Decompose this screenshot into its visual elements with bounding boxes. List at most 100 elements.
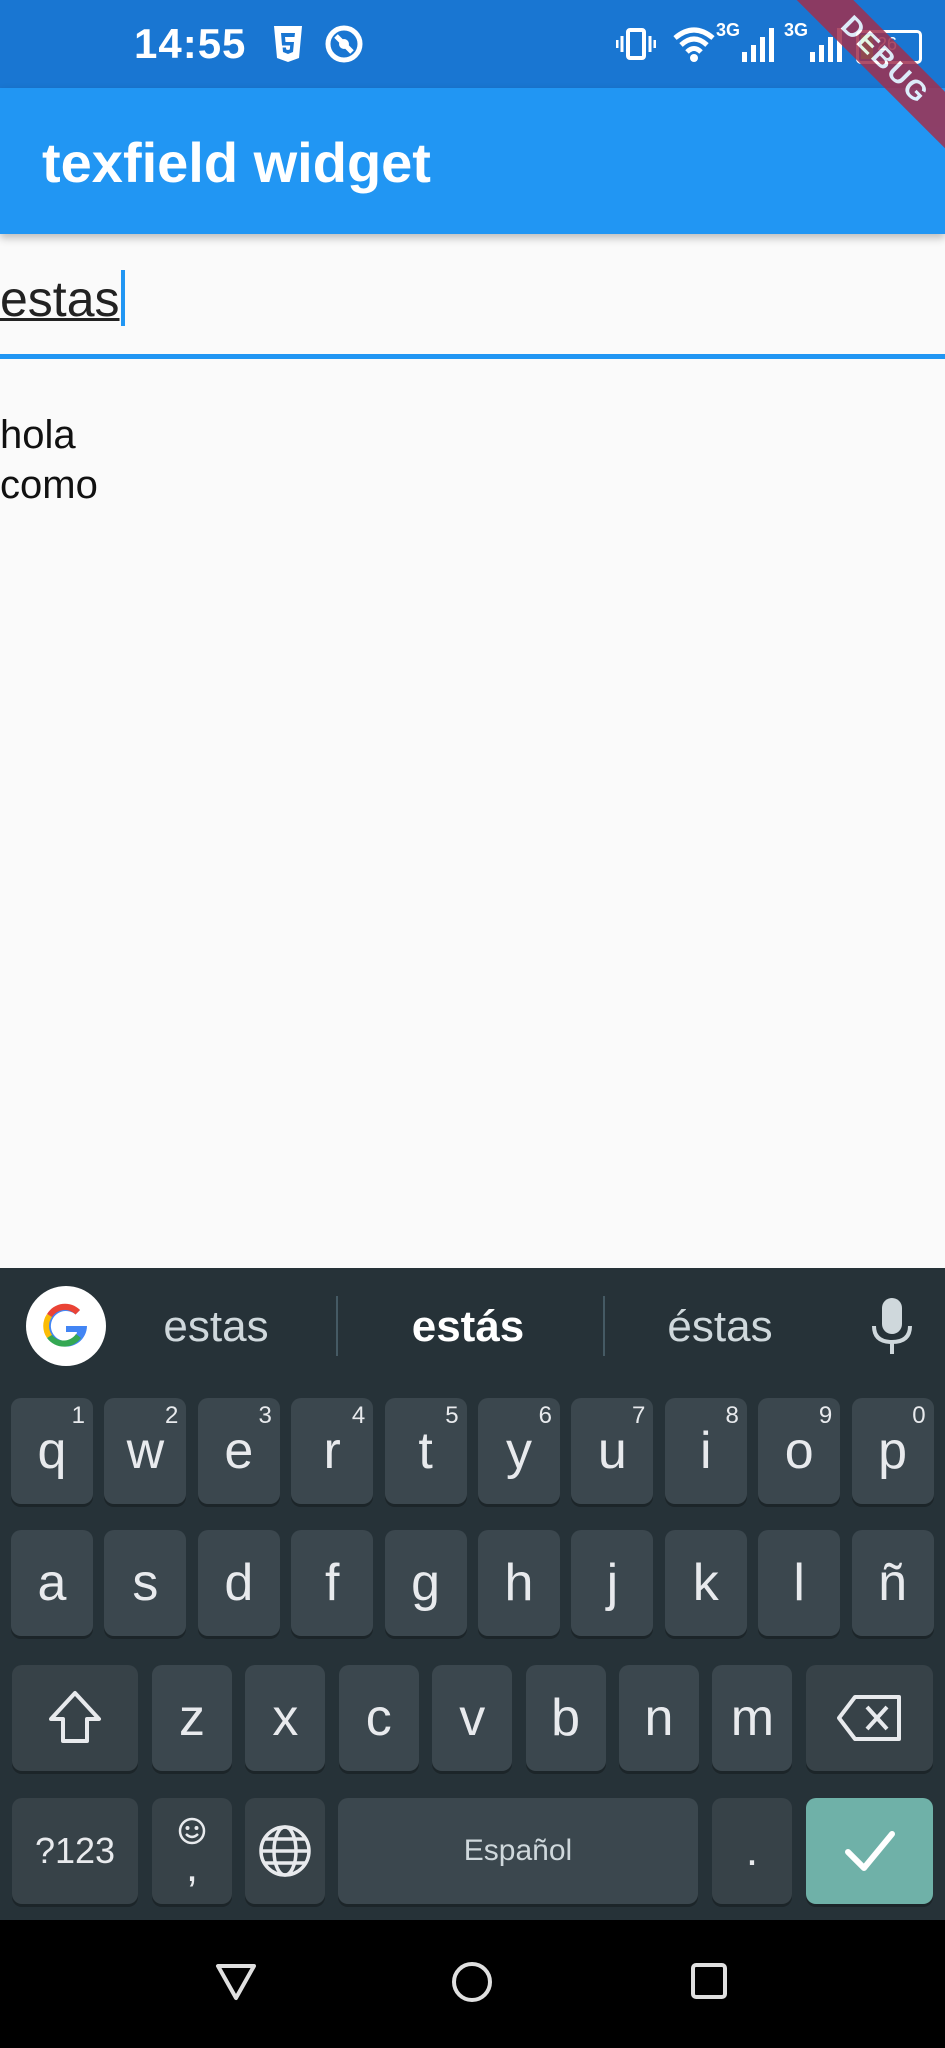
period-key[interactable]: . [712, 1798, 792, 1904]
suggestion-item[interactable]: estas [96, 1302, 336, 1352]
key-label: p [878, 1422, 908, 1480]
letter-key[interactable]: k [664, 1530, 747, 1636]
emoji-comma-key[interactable]: , [152, 1798, 232, 1904]
letter-key[interactable]: m [712, 1665, 793, 1771]
google-logo-icon[interactable] [26, 1286, 106, 1366]
letter-key[interactable]: ñ [851, 1530, 934, 1636]
wifi-icon [673, 27, 715, 62]
key-label: ñ [878, 1554, 908, 1612]
key-label: o [784, 1422, 814, 1480]
recents-icon[interactable] [690, 1962, 728, 2000]
key-label: l [793, 1554, 805, 1612]
output-line: como [0, 463, 98, 507]
letter-key[interactable]: x [245, 1665, 326, 1771]
comma-label: , [185, 1842, 199, 1891]
letter-key[interactable]: f [291, 1530, 374, 1636]
key-label: e [224, 1422, 254, 1480]
suggestion-item[interactable]: estás [348, 1302, 588, 1352]
text-input[interactable]: estas [0, 234, 945, 360]
letter-key[interactable]: p0 [851, 1398, 934, 1504]
key-label: v [459, 1689, 486, 1747]
key-label: h [504, 1554, 534, 1612]
letter-key[interactable]: g [384, 1530, 467, 1636]
key-label: d [224, 1554, 254, 1612]
output-text: hola como [0, 410, 98, 510]
signal-icon [742, 28, 774, 62]
vibrate-icon [616, 28, 656, 60]
letter-key[interactable]: q1 [11, 1398, 93, 1504]
key-label: g [411, 1554, 441, 1612]
backspace-key[interactable] [806, 1665, 933, 1771]
backspace-icon [836, 1695, 901, 1741]
letter-key[interactable]: u7 [571, 1398, 654, 1504]
letter-key[interactable]: b [525, 1665, 606, 1771]
letter-key[interactable]: a [11, 1530, 93, 1636]
back-icon[interactable] [214, 1962, 258, 2002]
symbols-key[interactable]: ?123 [12, 1798, 138, 1904]
letter-key[interactable]: i8 [664, 1398, 747, 1504]
key-hint: 0 [912, 1402, 926, 1429]
key-label: t [418, 1422, 433, 1480]
status-bar: 14:55 3G 3G 26 [0, 0, 945, 88]
text-input-underline [0, 354, 945, 359]
checkmark-icon [844, 1831, 895, 1871]
suggestion-item[interactable]: éstas [600, 1302, 840, 1352]
letter-key[interactable]: r4 [291, 1398, 374, 1504]
key-label: c [365, 1689, 392, 1747]
letter-key[interactable]: h [478, 1530, 560, 1636]
language-key[interactable] [245, 1798, 325, 1904]
letter-key[interactable]: j [571, 1530, 654, 1636]
on-screen-keyboard: estas estás éstas ?123 , Español . q 1 w… [0, 1268, 945, 1920]
letter-key[interactable]: w2 [104, 1398, 187, 1504]
letter-key[interactable]: y6 [478, 1398, 560, 1504]
key-hint: 3 [258, 1402, 272, 1429]
letter-key[interactable]: n [619, 1665, 699, 1771]
key-hint: 7 [632, 1402, 646, 1429]
signal-icon [810, 28, 842, 62]
space-key[interactable]: Español [338, 1798, 698, 1904]
key-label: n [644, 1689, 674, 1747]
key-hint: 2 [165, 1402, 179, 1429]
output-line: hola [0, 413, 76, 457]
suggestion-divider [336, 1296, 338, 1356]
app-bar: texfield widget [0, 88, 945, 234]
letter-key[interactable]: l [758, 1530, 841, 1636]
letter-key[interactable]: t5 [384, 1398, 467, 1504]
no-disturb-icon [325, 25, 363, 63]
key-hint: 8 [725, 1402, 739, 1429]
key-label: k [692, 1554, 719, 1612]
battery-level: 26 [877, 34, 898, 54]
letter-key[interactable]: v [432, 1665, 513, 1771]
key-label: i [700, 1422, 712, 1480]
enter-key[interactable] [806, 1798, 933, 1904]
key-hint: 6 [538, 1402, 552, 1429]
key-label: q [37, 1422, 67, 1480]
text-cursor [120, 270, 125, 326]
network-type-label: 3G [716, 20, 741, 40]
key-label: b [551, 1689, 581, 1747]
status-time: 14:55 [134, 20, 247, 67]
key-label: a [37, 1554, 67, 1612]
key-label: f [324, 1554, 340, 1612]
key-label: z [179, 1689, 205, 1747]
text-input-value: estas [0, 271, 120, 327]
key-label: y [506, 1422, 532, 1480]
letter-key[interactable]: z [152, 1665, 232, 1771]
key-hint: 1 [71, 1402, 85, 1429]
letter-key[interactable]: s [104, 1530, 187, 1636]
shift-icon [49, 1691, 101, 1743]
navigation-bar [0, 1920, 945, 2048]
home-icon[interactable] [450, 1960, 494, 2004]
microphone-icon[interactable] [868, 1296, 916, 1360]
key-label: r [323, 1422, 341, 1480]
network-type-label: 3G [784, 20, 809, 40]
key-label: x [272, 1689, 299, 1747]
shift-key[interactable] [12, 1665, 138, 1771]
globe-icon [259, 1825, 311, 1877]
letter-key[interactable]: c [338, 1665, 419, 1771]
letter-key[interactable]: o9 [758, 1398, 841, 1504]
letter-key[interactable]: e3 [197, 1398, 280, 1504]
letter-key[interactable]: d [197, 1530, 280, 1636]
key-label: w [126, 1422, 165, 1480]
key-hint: 4 [351, 1402, 366, 1429]
